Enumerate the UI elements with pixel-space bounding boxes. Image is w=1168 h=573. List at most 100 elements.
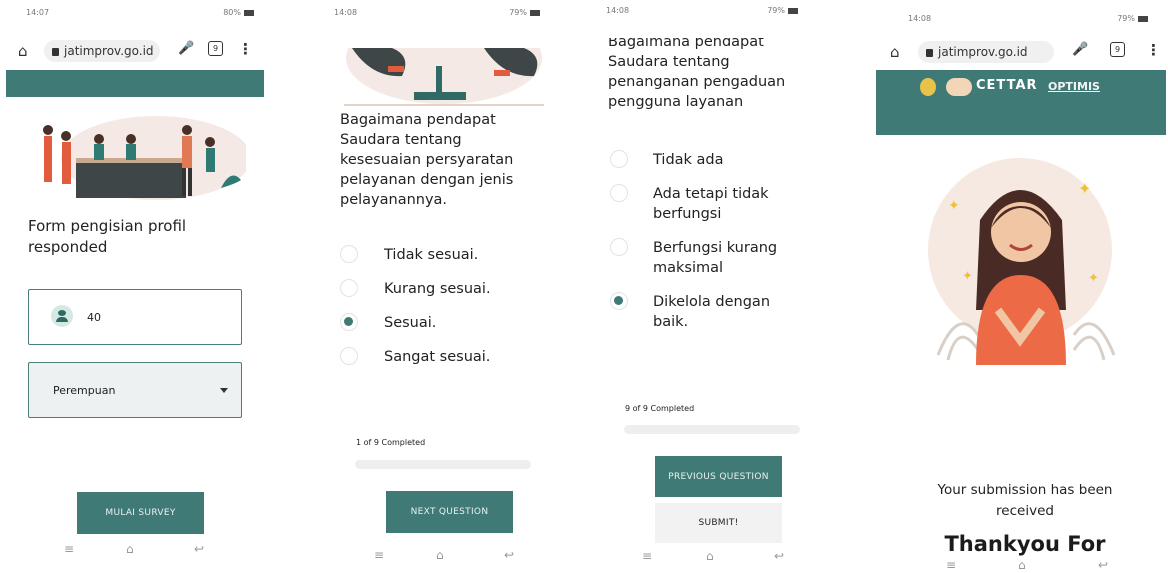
- option-radio-1[interactable]: [610, 150, 628, 168]
- status-battery: 79%: [767, 6, 785, 15]
- service-desk-illustration: [43, 116, 246, 200]
- thankyou-headline: Thankyou For: [944, 532, 1106, 556]
- option-radio-4[interactable]: [340, 347, 358, 365]
- chevron-down-icon: [220, 388, 228, 393]
- thankyou-girl-illustration: ✦ ✦ ✦ ✦: [928, 158, 1116, 365]
- status-time: 14:08: [334, 8, 358, 17]
- mic-icon[interactable]: 🎤: [1072, 42, 1088, 57]
- status-time: 14:08: [606, 6, 630, 15]
- option-label-4: Dikelola dengan baik.: [653, 294, 771, 330]
- question-text: Bagaimana pendapat Saudara tentang penan…: [608, 38, 786, 110]
- header-banner: CETTAR OPTIMIS: [876, 70, 1166, 135]
- leaders-photo: [946, 78, 972, 96]
- status-bar: 14:07 80%: [26, 8, 254, 22]
- option-label-4: Sangat sesuai.: [384, 349, 491, 365]
- next-question-button[interactable]: NEXT QUESTION: [386, 491, 513, 533]
- screen-profile-form: 14:07 80% ⌂ jatimprov.go.id 🎤 9 ⋮ Form p…: [6, 0, 264, 573]
- mic-icon[interactable]: 🎤: [178, 41, 194, 56]
- battery-icon: [788, 7, 798, 14]
- recents-icon[interactable]: ≡: [642, 549, 652, 563]
- battery-icon: [530, 9, 540, 16]
- option-label-3: Sesuai.: [384, 315, 437, 331]
- svg-text:✦: ✦: [948, 198, 960, 214]
- header-banner: [6, 70, 264, 97]
- svg-text:✦: ✦: [1088, 271, 1099, 286]
- option-label-1: Tidak ada: [653, 152, 724, 168]
- option-label-3: Berfungsi kurang maksimal: [653, 240, 778, 276]
- question-text: Bagaimana pendapat Saudara tentang keses…: [340, 112, 514, 208]
- home-nav-icon[interactable]: ⌂: [126, 542, 134, 556]
- screen-question-9: 14:08 79% Bagaimana pendapat Saudara ten…: [590, 0, 808, 573]
- screen-submission-received: 14:08 79% ⌂ jatimprov.go.id 🎤 9 ⋮ CETTAR…: [876, 0, 1166, 573]
- progress-label: 9 of 9 Completed: [625, 404, 695, 413]
- back-icon[interactable]: ↩: [504, 548, 514, 562]
- option-radio-4[interactable]: [610, 292, 628, 310]
- age-value: 40: [87, 311, 101, 324]
- option-label-2: Kurang sesuai.: [384, 281, 491, 297]
- form-title: Form pengisian profil responded: [28, 217, 187, 256]
- option-radio-3[interactable]: [340, 313, 358, 331]
- home-nav-icon[interactable]: ⌂: [436, 548, 444, 562]
- option-radio-2[interactable]: [610, 184, 628, 202]
- status-time: 14:08: [908, 14, 932, 23]
- status-bar: 14:08 79%: [334, 8, 540, 22]
- android-nav-bar: ≡ ⌂ ↩: [318, 548, 550, 568]
- progress-bar: [355, 460, 531, 469]
- previous-question-button[interactable]: PREVIOUS QUESTION: [655, 456, 782, 497]
- option-radio-1[interactable]: [340, 245, 358, 263]
- gender-value: Perempuan: [53, 384, 116, 397]
- screen-question-1: 14:08 79% Bagaimana pendapat Saudara ten…: [318, 0, 550, 573]
- province-seal-icon: [920, 78, 936, 96]
- cettar-logo: CETTAR: [976, 78, 1038, 93]
- svg-text:✦: ✦: [1078, 179, 1091, 198]
- seating-illustration: [344, 48, 544, 106]
- back-icon[interactable]: ↩: [1098, 558, 1108, 572]
- menu-icon[interactable]: ⋮: [238, 40, 253, 58]
- menu-icon[interactable]: ⋮: [1146, 41, 1161, 59]
- tabs-icon[interactable]: 9: [1110, 42, 1125, 57]
- recents-icon[interactable]: ≡: [64, 542, 74, 556]
- submission-message: Your submission has been received: [937, 482, 1113, 519]
- option-label-1: Tidak sesuai.: [384, 247, 479, 263]
- status-time: 14:07: [26, 8, 50, 17]
- android-nav-bar: ≡ ⌂ ↩: [6, 542, 264, 562]
- submit-button[interactable]: SUBMIT!: [655, 503, 782, 543]
- option-radio-2[interactable]: [340, 279, 358, 297]
- tabs-icon[interactable]: 9: [208, 41, 223, 56]
- recents-icon[interactable]: ≡: [374, 548, 384, 562]
- start-survey-button[interactable]: MULAI SURVEY: [77, 492, 204, 534]
- address-bar[interactable]: jatimprov.go.id: [44, 40, 160, 62]
- option-radio-3[interactable]: [610, 238, 628, 256]
- recents-icon[interactable]: ≡: [946, 558, 956, 572]
- age-field[interactable]: 40: [28, 289, 242, 345]
- address-bar[interactable]: jatimprov.go.id: [918, 41, 1054, 63]
- status-battery: 80%: [223, 8, 241, 17]
- battery-icon: [1138, 15, 1148, 22]
- browser-toolbar: ⌂ jatimprov.go.id 🎤 9 ⋮: [876, 39, 1166, 65]
- status-bar: 14:08 79%: [606, 6, 798, 20]
- browser-toolbar: ⌂ jatimprov.go.id 🎤 9 ⋮: [6, 38, 264, 64]
- home-nav-icon[interactable]: ⌂: [706, 549, 714, 563]
- back-icon[interactable]: ↩: [774, 549, 784, 563]
- status-bar: 14:08 79%: [908, 14, 1148, 28]
- url-text: jatimprov.go.id: [938, 45, 1028, 59]
- lock-icon: [926, 49, 933, 57]
- home-nav-icon[interactable]: ⌂: [1018, 558, 1026, 572]
- option-label-2: Ada tetapi tidak berfungsi: [653, 186, 769, 222]
- progress-label: 1 of 9 Completed: [356, 438, 426, 447]
- home-icon[interactable]: ⌂: [18, 42, 28, 60]
- battery-icon: [244, 9, 254, 16]
- svg-text:✦: ✦: [962, 269, 973, 284]
- lock-icon: [52, 48, 59, 56]
- status-battery: 79%: [1117, 14, 1135, 23]
- android-nav-bar: ≡ ⌂ ↩: [590, 549, 808, 569]
- status-battery: 79%: [509, 8, 527, 17]
- android-nav-bar: ≡ ⌂ ↩: [876, 558, 1166, 573]
- person-icon: [51, 305, 73, 327]
- back-icon[interactable]: ↩: [194, 542, 204, 556]
- url-text: jatimprov.go.id: [64, 44, 154, 58]
- home-icon[interactable]: ⌂: [890, 43, 900, 61]
- optimis-logo: OPTIMIS: [1048, 80, 1100, 93]
- gender-select[interactable]: Perempuan: [28, 362, 242, 418]
- progress-bar: [624, 425, 800, 434]
